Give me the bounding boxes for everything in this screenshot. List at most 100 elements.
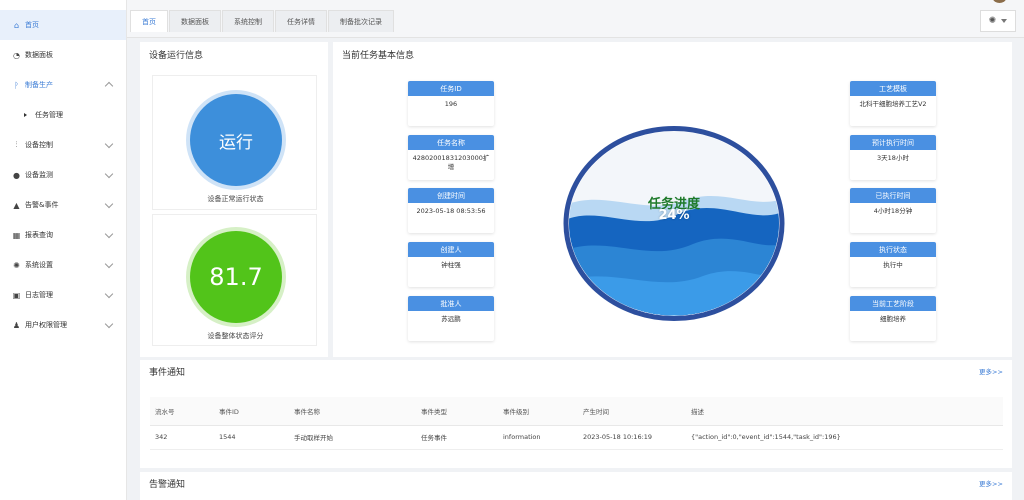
gear-icon: ✺ <box>988 16 997 26</box>
expected-time-value: 3天18小时 <box>877 154 909 162</box>
tab-data-panel[interactable]: 数据面板 <box>169 10 221 32</box>
score-circle: 81.7 <box>190 231 282 323</box>
exec-status-value: 执行中 <box>883 261 903 269</box>
device-status-card: 运行 设备正常运行状态 <box>152 75 317 210</box>
sidebar-subitem-task-management[interactable]: 任务管理 <box>0 100 126 130</box>
chevron-down-icon <box>104 319 114 329</box>
elapsed-time-value: 4小时18分钟 <box>873 207 913 215</box>
home-icon: ⌂ <box>13 20 20 30</box>
cell-event-type: 任务事件 <box>416 425 498 450</box>
sidebar-item-home[interactable]: ⌂ 首页 <box>0 10 126 40</box>
process-template-box: 工艺模板 北科干细胞培养工艺V2 <box>850 81 936 126</box>
exec-status-label: 执行状态 <box>850 242 936 257</box>
column-header: 事件名称 <box>289 397 416 426</box>
score-value: 81.7 <box>209 263 263 291</box>
sidebar-item-label: 告警&事件 <box>25 201 59 209</box>
dashboard-icon: ◔ <box>13 50 20 60</box>
elapsed-time-label: 已执行时间 <box>850 188 936 203</box>
sidebar-item-label: 设备监测 <box>25 171 53 179</box>
approver-box: 批准人 苏远鹏 <box>408 296 494 341</box>
tab-list: 首页 数据面板 系统控制 任务详情 制备批次记录 <box>130 10 395 32</box>
sidebar-item-label: 系统设置 <box>25 261 53 269</box>
chevron-up-icon <box>104 81 114 91</box>
cell-event-level: information <box>498 425 578 450</box>
location-icon: ● <box>13 170 20 180</box>
chevron-down-icon <box>104 199 114 209</box>
create-time-value: 2023-05-18 08:53:56 <box>416 207 486 215</box>
expected-time-label: 预计执行时间 <box>850 135 936 150</box>
sidebar-item-label: 报表查询 <box>25 231 53 239</box>
tab-task-details[interactable]: 任务详情 <box>275 10 327 32</box>
log-icon: ▣ <box>12 290 21 300</box>
caret-right-icon <box>24 113 27 117</box>
device-score-card: 81.7 设备整体状态评分 <box>152 214 317 346</box>
settings-dropdown-button[interactable]: ✺ <box>980 10 1016 32</box>
task-name-box: 任务名称 42802001831203000扩增 <box>408 135 494 180</box>
approver-value: 苏远鹏 <box>441 315 461 323</box>
sidebar-item-label: 日志管理 <box>25 291 53 299</box>
expected-time-box: 预计执行时间 3天18小时 <box>850 135 936 180</box>
sidebar-item-label: 用户权限管理 <box>25 321 67 329</box>
production-icon: ᚹ <box>14 80 19 90</box>
device-control-icon: ⫶ <box>15 140 18 149</box>
alarm-panel <box>140 472 1012 500</box>
creator-value: 钟柱强 <box>441 261 461 269</box>
event-table: 流水号 事件ID 事件名称 事件类型 事件级别 产生时间 描述 342 1544… <box>150 397 1003 450</box>
process-stage-label: 当前工艺阶段 <box>850 296 936 311</box>
column-header: 事件ID <box>214 397 289 426</box>
sidebar-item-reports[interactable]: ▦ 报表查询 <box>0 220 126 250</box>
sidebar-item-device-monitor[interactable]: ● 设备监测 <box>0 160 126 190</box>
task-info-title: 当前任务基本信息 <box>342 51 415 61</box>
cell-event-id: 1544 <box>214 425 289 450</box>
tab-home[interactable]: 首页 <box>130 10 168 32</box>
create-time-label: 创建时间 <box>408 188 494 203</box>
chevron-down-icon <box>104 229 114 239</box>
task-id-box: 任务ID 196 <box>408 81 494 126</box>
sidebar-item-label: 制备生产 <box>25 81 53 89</box>
task-id-value: 196 <box>444 100 458 108</box>
sidebar: ⌂ 首页 ◔ 数据面板 ᚹ 制备生产 任务管理 ⫶ 设备控制 ● 设备监测 ▲ … <box>0 0 127 500</box>
cell-event-name: 手动取样开始 <box>289 425 416 450</box>
progress-percent: 24% <box>658 208 690 223</box>
tab-batch-records[interactable]: 制备批次记录 <box>328 10 394 32</box>
tab-system-control[interactable]: 系统控制 <box>222 10 274 32</box>
task-name-label: 任务名称 <box>408 135 494 150</box>
avatar[interactable] <box>993 0 1006 3</box>
table-row[interactable]: 342 1544 手动取样开始 任务事件 information 2023-05… <box>150 425 1003 450</box>
table-header-row: 流水号 事件ID 事件名称 事件类型 事件级别 产生时间 描述 <box>150 397 1003 426</box>
device-info-title: 设备运行信息 <box>149 51 204 61</box>
process-template-value: 北科干细胞培养工艺V2 <box>859 100 927 108</box>
event-more-link[interactable]: 更多>> <box>979 366 1003 376</box>
process-stage-box: 当前工艺阶段 细胞培养 <box>850 296 936 341</box>
status-value: 运行 <box>219 132 253 153</box>
sidebar-item-logs[interactable]: ▣ 日志管理 <box>0 280 126 310</box>
task-progress-gauge <box>563 126 785 321</box>
chevron-down-icon <box>104 169 114 179</box>
elapsed-time-box: 已执行时间 4小时18分钟 <box>850 188 936 233</box>
score-caption: 设备整体状态评分 <box>207 332 264 340</box>
top-tab-bar: 首页 数据面板 系统控制 任务详情 制备批次记录 ✺ <box>127 0 1024 38</box>
sidebar-item-data-panel[interactable]: ◔ 数据面板 <box>0 40 126 70</box>
sidebar-item-label: 首页 <box>25 21 39 29</box>
sidebar-item-alarm-events[interactable]: ▲ 告警&事件 <box>0 190 126 220</box>
exec-status-box: 执行状态 执行中 <box>850 242 936 287</box>
process-template-label: 工艺模板 <box>850 81 936 96</box>
sidebar-item-user-permissions[interactable]: ♟ 用户权限管理 <box>0 310 126 340</box>
cell-event-time: 2023-05-18 10:16:19 <box>578 425 686 450</box>
column-header: 描述 <box>686 397 1003 426</box>
chevron-down-icon <box>104 259 114 269</box>
approver-label: 批准人 <box>408 296 494 311</box>
sidebar-item-production[interactable]: ᚹ 制备生产 <box>0 70 126 100</box>
creator-box: 创建人 钟柱强 <box>408 242 494 287</box>
sidebar-item-label: 数据面板 <box>25 51 53 59</box>
sidebar-item-system-settings[interactable]: ✺ 系统设置 <box>0 250 126 280</box>
event-section-title: 事件通知 <box>149 368 186 378</box>
chevron-down-icon <box>104 139 114 149</box>
alarm-more-link[interactable]: 更多>> <box>979 478 1003 488</box>
task-id-label: 任务ID <box>408 81 494 96</box>
cell-serial: 342 <box>150 425 214 450</box>
creator-label: 创建人 <box>408 242 494 257</box>
chevron-down-icon <box>104 289 114 299</box>
report-icon: ▦ <box>12 230 21 240</box>
sidebar-item-device-control[interactable]: ⫶ 设备控制 <box>0 130 126 160</box>
